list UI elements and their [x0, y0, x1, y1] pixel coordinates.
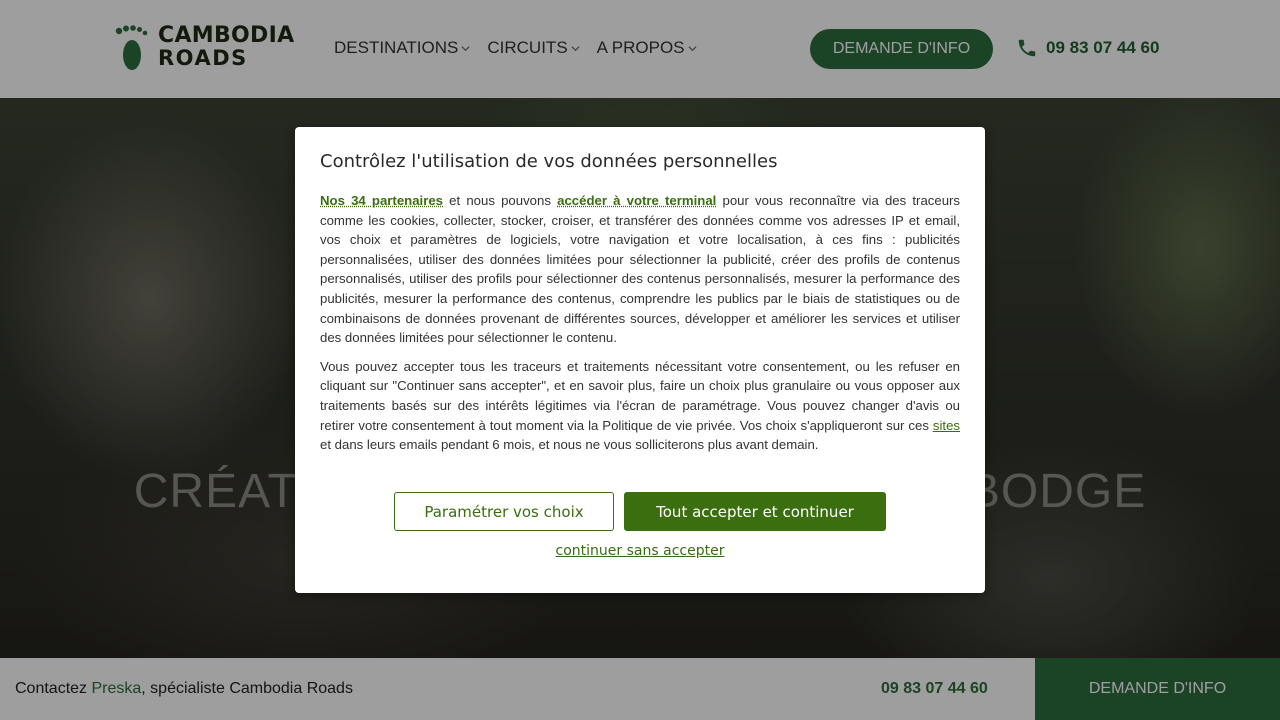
consent-paragraph-2: Vous pouvez accepter tous les traceurs e… — [320, 357, 960, 455]
consent-p1-mid: et nous pouvons — [443, 193, 558, 208]
partners-link[interactable]: Nos 34 partenaires — [320, 193, 443, 208]
consent-p1-rest: pour vous reconnaître via des traceurs c… — [320, 193, 961, 346]
accept-all-button[interactable]: Tout accepter et continuer — [624, 492, 886, 531]
consent-title: Contrôlez l'utilisation de vos données p… — [320, 151, 778, 172]
consent-paragraph-1: Nos 34 partenaires et nous pouvons accéd… — [320, 191, 960, 348]
consent-p2-end: et dans leurs emails pendant 6 mois, et … — [320, 437, 819, 453]
continue-without-accepting-link[interactable]: continuer sans accepter — [295, 543, 985, 559]
consent-actions: Paramétrer vos choix Tout accepter et co… — [295, 492, 985, 531]
consent-dialog: Contrôlez l'utilisation de vos données p… — [295, 127, 985, 593]
settings-button[interactable]: Paramétrer vos choix — [394, 492, 614, 531]
terminal-access-link[interactable]: accéder à votre terminal — [557, 193, 716, 208]
sites-link[interactable]: sites — [933, 418, 960, 433]
consent-p2-start: Vous pouvez accepter tous les traceurs e… — [320, 358, 960, 433]
